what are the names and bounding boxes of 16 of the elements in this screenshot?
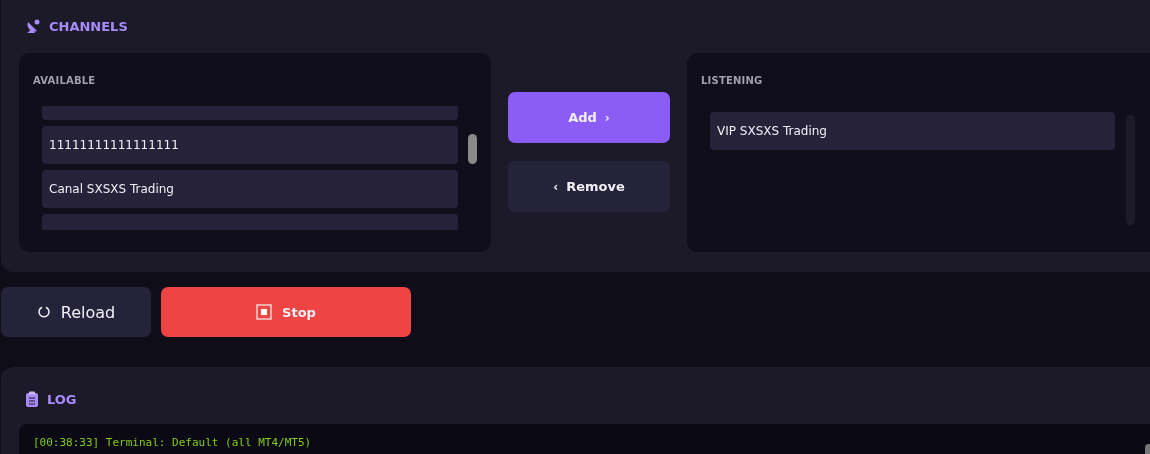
clipboard-icon (25, 391, 39, 407)
log-line: [00:38:33] Terminal: Default (all MT4/MT5) (33, 436, 313, 449)
remove-button[interactable]: ‹ Remove (508, 161, 670, 212)
reload-button[interactable]: Reload (1, 287, 151, 337)
stop-icon (256, 304, 273, 320)
panel-label: AVAILABLE (33, 75, 97, 86)
section-title: CHANNELS (49, 18, 128, 34)
satellite-dish-icon (25, 18, 41, 34)
channel-item[interactable]: Canal SXSXS Trading (42, 170, 458, 208)
scrollbar-thumb[interactable] (468, 134, 477, 164)
channel-item[interactable]: VIP SXSXS Trading (710, 112, 1115, 150)
panel-label: LISTENING (701, 75, 764, 86)
section-title: LOG (47, 391, 77, 407)
add-button[interactable]: Add › (508, 92, 670, 143)
channel-item[interactable]: 11111111111111111 (42, 126, 458, 164)
reload-icon (36, 305, 51, 319)
